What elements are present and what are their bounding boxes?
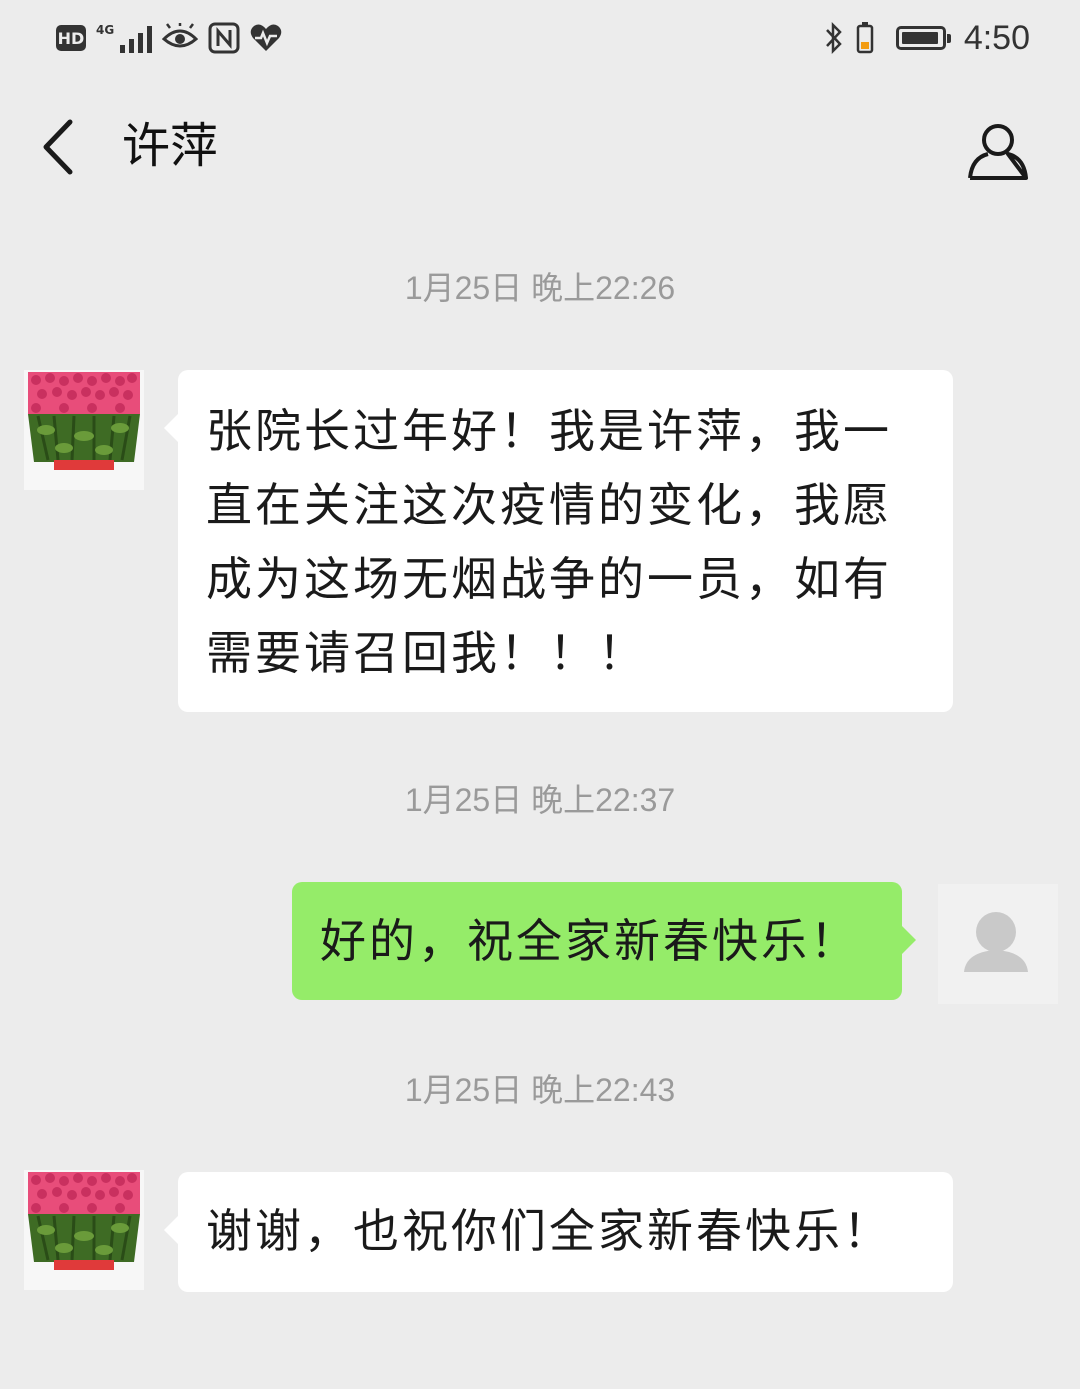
battery-icon <box>895 26 951 50</box>
signal-4g-icon: 4G <box>96 23 153 53</box>
status-bar-left: HD 4G <box>56 20 282 56</box>
bluetooth-icon <box>825 21 842 55</box>
rose-basket-image <box>24 370 144 490</box>
clock-time: 4:50 <box>963 18 1030 57</box>
message-timestamp: 1月25日 晚上22:26 <box>404 270 676 306</box>
person-icon[interactable] <box>966 118 1030 182</box>
rose-basket-image <box>24 1170 144 1290</box>
message-timestamp: 1月25日 晚上22:43 <box>404 1072 676 1108</box>
chat-title: 许萍 <box>122 118 219 174</box>
contact-avatar[interactable] <box>24 1170 144 1290</box>
chevron-left-icon[interactable] <box>30 112 90 182</box>
nfc-icon <box>208 22 240 54</box>
hd-label: HD <box>57 28 85 48</box>
chat-header: 许萍 <box>0 90 1080 210</box>
incoming-message-bubble[interactable]: 张院长过年好！我是许萍，我一直在关注这次疫情的变化，我愿成为这场无烟战争的一员，… <box>164 370 953 712</box>
message-text: 好的，祝全家新春快乐！ <box>320 914 859 968</box>
incoming-message-bubble[interactable]: 谢谢，也祝你们全家新春快乐！ <box>164 1172 953 1292</box>
message-text: 张院长过年好！我是许萍，我一直在关注这次疫情的变化，我愿成为这场无烟战争的一员，… <box>206 404 892 680</box>
message-text: 谢谢，也祝你们全家新春快乐！ <box>206 1204 892 1258</box>
message-timestamp: 1月25日 晚上22:37 <box>404 782 676 818</box>
status-bar: HD 4G 4:50 <box>0 0 1080 80</box>
default-person-icon <box>938 884 1058 1004</box>
outgoing-message-bubble[interactable]: 好的，祝全家新春快乐！ <box>292 882 916 1000</box>
network-label: 4G <box>96 23 115 37</box>
battery-low-icon <box>856 22 874 54</box>
eye-icon <box>162 23 199 48</box>
hd-icon: HD <box>56 25 86 51</box>
heart-health-icon <box>250 24 282 51</box>
status-bar-right: 4:50 <box>824 18 1030 58</box>
my-avatar[interactable] <box>938 884 1058 1004</box>
contact-avatar[interactable] <box>24 370 144 490</box>
